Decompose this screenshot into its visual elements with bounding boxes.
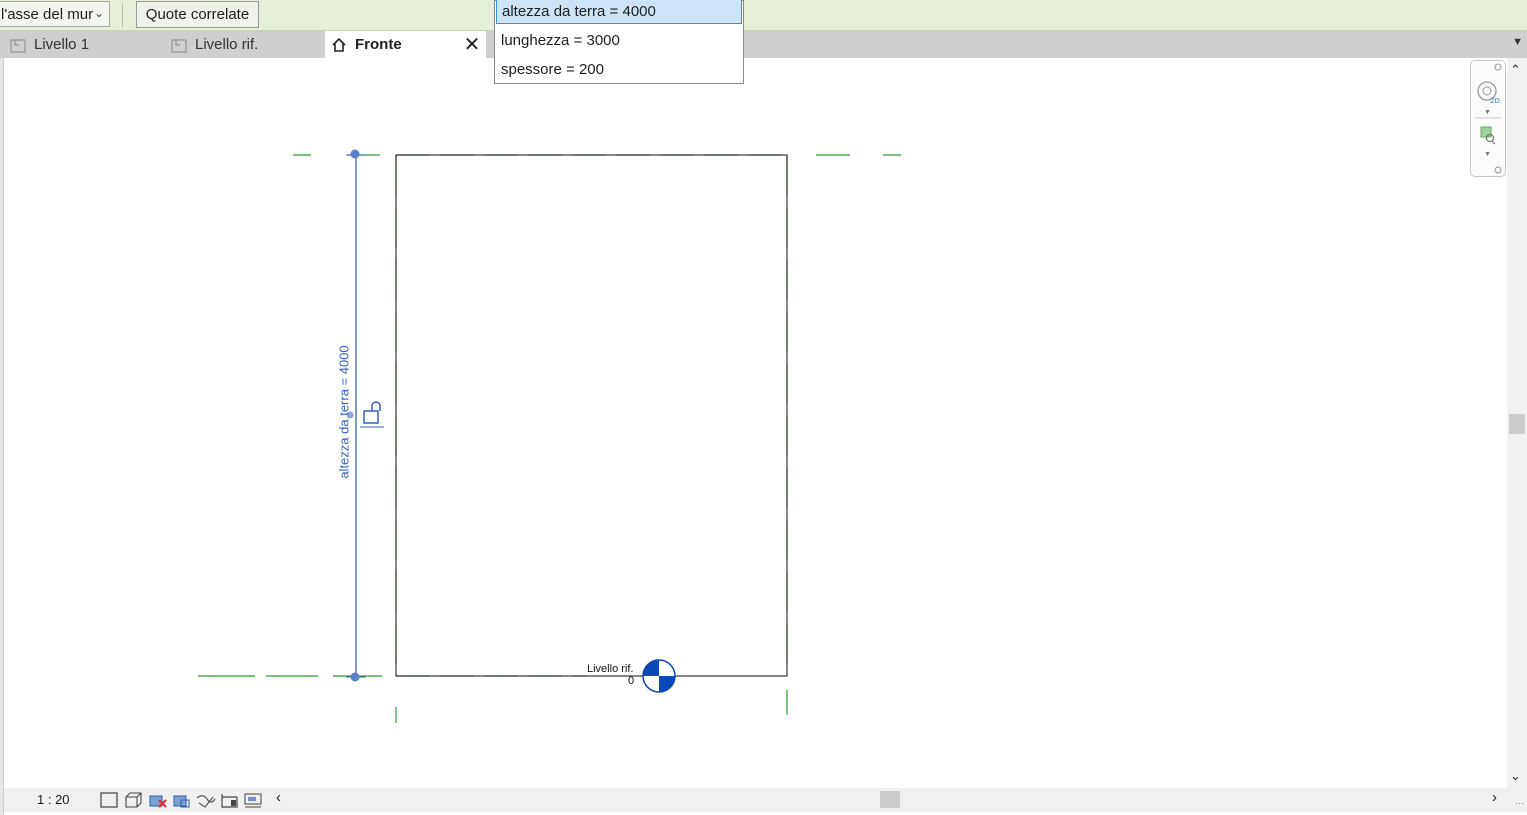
navigation-bar: 2D ▼ ▼ xyxy=(1470,60,1506,177)
navigation-bar-svg: 2D ▼ ▼ xyxy=(1475,63,1502,174)
svg-text:2D: 2D xyxy=(1490,97,1500,105)
dropdown-item[interactable]: lunghezza = 3000 xyxy=(496,27,742,53)
drawing-svg xyxy=(198,149,901,723)
dimension-dropdown: altezza da terra = 4000 lunghezza = 3000… xyxy=(494,0,744,84)
dropdown-item[interactable]: spessore = 200 xyxy=(496,56,742,82)
visual-style-icon[interactable] xyxy=(123,791,144,809)
lock-icon[interactable] xyxy=(360,401,384,428)
view-controls xyxy=(99,791,264,809)
scroll-thumb[interactable] xyxy=(1509,414,1525,434)
horizontal-scroll-thumb[interactable] xyxy=(880,791,900,808)
level-elevation: 0 xyxy=(628,675,635,687)
options-icon[interactable] xyxy=(1494,166,1502,174)
view-scale[interactable]: 1 : 20 xyxy=(37,792,70,807)
steering-wheel-icon[interactable]: 2D xyxy=(1477,81,1500,105)
sun-path-off-icon[interactable] xyxy=(147,791,168,809)
svg-text:▼: ▼ xyxy=(1484,109,1491,116)
scroll-left-icon[interactable]: ‹ xyxy=(276,789,281,806)
crop-view-icon[interactable] xyxy=(195,791,216,809)
wall-outline[interactable] xyxy=(395,154,788,677)
scroll-up-icon[interactable]: ⌃ xyxy=(1510,62,1521,78)
level-name: Livello rif. xyxy=(587,663,634,675)
show-crop-region-icon[interactable] xyxy=(219,791,240,809)
view-control-bar: 1 : 20 ‹ › ⋯ xyxy=(4,788,1527,812)
temporary-hide-icon[interactable] xyxy=(243,791,264,809)
scroll-down-icon[interactable]: ⌄ xyxy=(1510,768,1521,784)
zoom-icon[interactable] xyxy=(1480,126,1496,145)
shadows-icon[interactable] xyxy=(171,791,192,809)
dimension-label[interactable]: altezza da terra = 4000 xyxy=(337,345,352,478)
reference-plane-vertical xyxy=(395,155,788,723)
scroll-right-icon[interactable]: › xyxy=(1492,789,1497,806)
svg-text:▼: ▼ xyxy=(1484,151,1491,158)
detail-level-icon[interactable] xyxy=(99,791,120,809)
resize-grip-icon[interactable]: ⋯ xyxy=(1515,798,1524,809)
dropdown-item[interactable]: altezza da terra = 4000 xyxy=(496,0,742,24)
close-icon[interactable] xyxy=(1494,63,1502,71)
level-marker-icon[interactable] xyxy=(642,659,676,693)
vertical-scrollbar[interactable]: ⌃ ⌄ xyxy=(1507,58,1527,788)
